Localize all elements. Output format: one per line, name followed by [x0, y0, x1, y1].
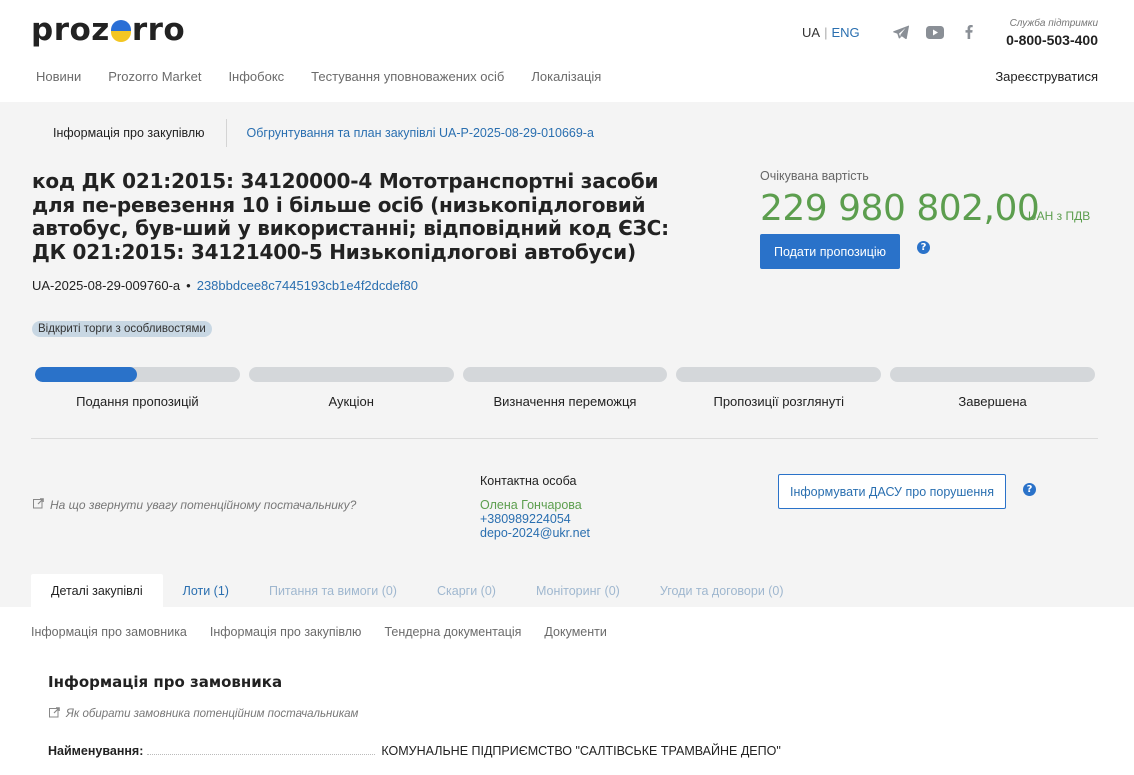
- logo-text-left: proz: [31, 12, 110, 48]
- support-phone[interactable]: 0-800-503-400: [1006, 32, 1098, 48]
- stepper-track: [890, 367, 1095, 382]
- tab-contracts[interactable]: Угоди та договори (0): [640, 574, 804, 607]
- dasu-help-icon[interactable]: ?: [1023, 483, 1036, 496]
- stepper-step-label: Подання пропозицій: [76, 394, 199, 409]
- youtube-icon[interactable]: [926, 24, 944, 40]
- lang-eng[interactable]: ENG: [831, 25, 859, 40]
- customer-name-value: КОМУНАЛЬНЕ ПІДПРИЄМСТВО "САЛТІВСЬКЕ ТРАМ…: [381, 744, 781, 758]
- contact-phone[interactable]: +380989224054: [480, 512, 590, 526]
- stepper-step: Пропозиції розглянуті: [676, 367, 882, 409]
- expected-value-amount: 229 980 802,00: [760, 188, 1040, 229]
- telegram-icon[interactable]: [892, 24, 910, 40]
- nav-item-localization[interactable]: Локалізація: [531, 69, 601, 84]
- tender-hash-link[interactable]: 238bbdcee8c7445193cb1e4f2dcdef80: [197, 278, 418, 293]
- lang-ua[interactable]: UA: [802, 25, 820, 40]
- logo-text-right: rro: [131, 12, 186, 48]
- tender-tabs: Деталі закупівлі Лоти (1) Питання та вим…: [31, 574, 804, 607]
- customer-howto-text: Як обирати замовника потенційним постача…: [66, 708, 359, 720]
- facebook-icon[interactable]: [960, 24, 978, 40]
- stepper-step: Аукціон: [248, 367, 454, 409]
- report-dasu-button[interactable]: Інформувати ДАСУ про порушення: [778, 474, 1006, 509]
- contact-email[interactable]: depo-2024@ukr.net: [480, 526, 590, 540]
- tender-id: UA-2025-08-29-009760-a: [32, 278, 181, 293]
- tender-title: код ДК 021:2015: 34120000-4 Мототранспор…: [32, 169, 669, 264]
- section-divider: [31, 438, 1098, 439]
- social-links: [892, 24, 978, 40]
- main-nav: Новини Prozorro Market Інфобокс Тестуван…: [36, 69, 601, 84]
- contact-name: Олена Гончарова: [480, 498, 582, 512]
- customer-name-label: Найменування:: [48, 744, 144, 758]
- tab-questions[interactable]: Питання та вимоги (0): [249, 574, 417, 607]
- customer-howto-hint[interactable]: Як обирати замовника потенційним постача…: [49, 707, 358, 721]
- contact-label: Контактна особа: [480, 474, 577, 488]
- subtab-procurement-info[interactable]: Інформація про закупівлю: [31, 119, 227, 147]
- tender-subtabs: Інформація про закупівлю Обгрунтування т…: [31, 119, 594, 147]
- support-label: Служба підтримки: [1009, 18, 1098, 29]
- nav-item-market[interactable]: Prozorro Market: [108, 69, 201, 84]
- tab-details[interactable]: Деталі закупівлі: [31, 574, 163, 607]
- tab-lots[interactable]: Лоти (1): [163, 574, 249, 607]
- stepper-step-label: Завершена: [958, 394, 1027, 409]
- tab-complaints[interactable]: Скарги (0): [417, 574, 516, 607]
- section-nav: Інформація про замовника Інформація про …: [31, 625, 607, 639]
- customer-name-row: Найменування: КОМУНАЛЬНЕ ПІДПРИЄМСТВО "С…: [48, 744, 1098, 758]
- stepper-step-label: Пропозиції розглянуті: [713, 394, 845, 409]
- expected-value-unit: UAH з ПДВ: [1028, 209, 1091, 223]
- tender-stepper: Подання пропозицій Аукціон Визначення пере…: [35, 367, 1095, 409]
- stepper-step: Визначення переможця: [462, 367, 668, 409]
- site-header: proz rro UA | ENG Служба підтримки 0-800-5…: [0, 0, 1134, 102]
- nav-item-infobox[interactable]: Інфобокс: [228, 69, 284, 84]
- customer-section-title: Інформація про замовника: [48, 673, 283, 691]
- submit-proposal-button[interactable]: Подати пропозицію: [760, 234, 900, 269]
- stepper-step-label: Аукціон: [328, 394, 374, 409]
- procedure-type-badge: Відкриті торги з особливостями: [32, 321, 212, 337]
- stepper-track: [35, 367, 240, 382]
- stepper-track: [676, 367, 882, 382]
- stepper-step: Завершена: [890, 367, 1095, 409]
- stepper-track: [462, 367, 668, 382]
- language-switcher: UA | ENG: [802, 25, 860, 40]
- tab-monitoring[interactable]: Моніторинг (0): [516, 574, 640, 607]
- nav-item-testing[interactable]: Тестування уповноважених осіб: [311, 69, 504, 84]
- expected-value-label: Очікувана вартість: [760, 169, 869, 183]
- prozorro-logo[interactable]: proz rro: [31, 12, 185, 48]
- help-icon[interactable]: ?: [917, 241, 930, 254]
- tender-summary: Інформація про закупівлю Обгрунтування т…: [0, 102, 1134, 607]
- stepper-step: Подання пропозицій: [35, 367, 240, 409]
- stepper-step-label: Визначення переможця: [493, 394, 637, 409]
- attention-hint-text: На що звернути увагу потенційному постач…: [50, 498, 357, 512]
- contact-person: Контактна особа Олена Гончарова +3809892…: [480, 474, 590, 540]
- support-block: Служба підтримки 0-800-503-400: [1006, 18, 1098, 48]
- stepper-track: [248, 367, 454, 382]
- register-link[interactable]: Зареєструватися: [995, 69, 1098, 84]
- secnav-documents[interactable]: Документи: [544, 625, 606, 639]
- subtab-plan-link[interactable]: Обгрунтування та план закупівлі UA-P-202…: [227, 126, 594, 140]
- secnav-procurement[interactable]: Інформація про закупівлю: [210, 625, 362, 639]
- external-link-icon: [49, 707, 60, 721]
- nav-item-news[interactable]: Новини: [36, 69, 81, 84]
- id-separator: •: [186, 278, 191, 293]
- tender-ids: UA-2025-08-29-009760-a • 238bbdcee8c744519…: [32, 278, 418, 293]
- lang-separator: |: [824, 25, 828, 40]
- secnav-customer[interactable]: Інформація про замовника: [31, 625, 187, 639]
- stepper-progress-fill: [35, 367, 138, 382]
- external-link-icon: [33, 498, 44, 512]
- attention-hint[interactable]: На що звернути увагу потенційному постач…: [33, 498, 356, 512]
- secnav-tender-docs[interactable]: Тендерна документація: [384, 625, 521, 639]
- dotted-leader: [147, 754, 376, 755]
- ukraine-flag-icon: [110, 20, 131, 42]
